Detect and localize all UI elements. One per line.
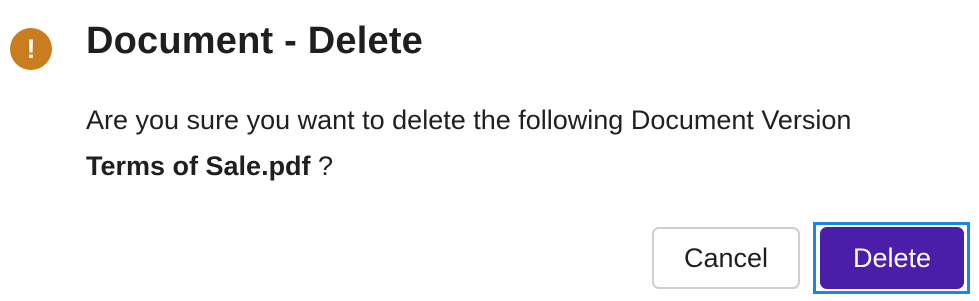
message-text: Are you sure you want to delete the foll… [86, 105, 852, 135]
exclamation-icon: ! [10, 28, 52, 70]
message-suffix: ? [310, 151, 334, 181]
cancel-button[interactable]: Cancel [652, 227, 800, 289]
message-document-line: Terms of Sale.pdf ? [86, 143, 851, 189]
dialog-message: Are you sure you want to delete the foll… [86, 97, 851, 189]
document-name: Terms of Sale.pdf [86, 151, 311, 181]
delete-button[interactable]: Delete [820, 227, 964, 289]
dialog-title: Document - Delete [86, 20, 424, 62]
delete-confirmation-dialog: ! Document - Delete Are you sure you wan… [0, 0, 979, 301]
